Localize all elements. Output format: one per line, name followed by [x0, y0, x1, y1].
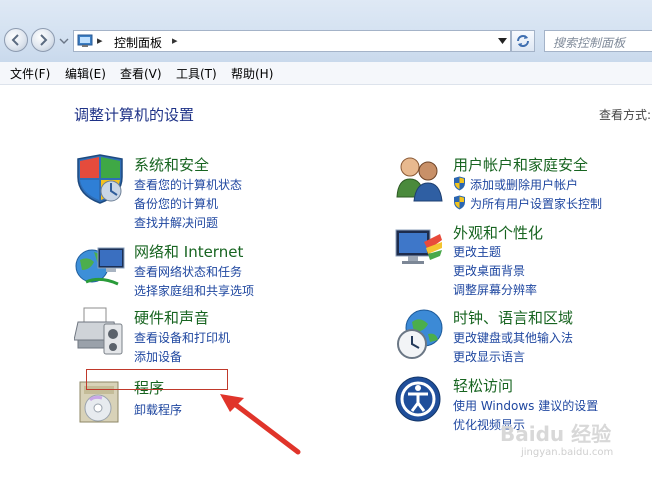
menu-help[interactable]: 帮助(H): [231, 65, 273, 82]
ease-of-access-icon: [395, 376, 441, 422]
watermark-brand: Baidu 经验: [500, 422, 612, 446]
menu-tools[interactable]: 工具(T): [176, 65, 217, 82]
user-accounts-icon: [396, 157, 443, 202]
category-network-internet[interactable]: 网络和 Internet: [134, 241, 243, 262]
link-windows-recommended-settings[interactable]: 使用 Windows 建议的设置: [453, 397, 598, 414]
refresh-button[interactable]: [511, 30, 535, 52]
breadcrumb-control-panel[interactable]: 控制面板: [114, 34, 162, 51]
link-troubleshoot[interactable]: 查找并解决问题: [134, 214, 218, 231]
address-dropdown-icon[interactable]: [498, 38, 507, 44]
link-backup-computer[interactable]: 备份您的计算机: [134, 195, 218, 212]
search-placeholder: 搜索控制面板: [553, 36, 626, 50]
view-by-label[interactable]: 查看方式:: [599, 106, 651, 123]
printer-speaker-icon: [74, 307, 123, 355]
category-user-accounts[interactable]: 用户帐户和家庭安全: [453, 154, 588, 175]
category-clock-language-region[interactable]: 时钟、语言和区域: [453, 307, 573, 328]
search-input[interactable]: 搜索控制面板: [544, 30, 652, 52]
control-panel-icon: [77, 34, 93, 47]
category-hardware-sound[interactable]: 硬件和声音: [134, 307, 209, 328]
link-change-keyboard-input[interactable]: 更改键盘或其他输入法: [453, 329, 573, 346]
uac-shield-icon: [454, 176, 465, 191]
page-title: 调整计算机的设置: [74, 106, 195, 124]
menu-edit[interactable]: 编辑(E): [65, 65, 106, 82]
link-uninstall-program[interactable]: 卸载程序: [134, 401, 182, 418]
appearance-monitor-icon: [395, 229, 442, 264]
category-system-security[interactable]: 系统和安全: [134, 154, 209, 175]
clock-globe-icon: [397, 309, 443, 359]
breadcrumb-arrow-icon[interactable]: ▸: [97, 34, 103, 47]
title-bar: ▸ 控制面板 ▸ 搜索控制面板: [0, 0, 652, 62]
category-appearance[interactable]: 外观和个性化: [453, 222, 543, 243]
back-arrow-icon: [11, 34, 19, 46]
menu-view[interactable]: 查看(V): [120, 65, 162, 82]
link-add-device[interactable]: 添加设备: [134, 348, 182, 365]
link-devices-printers[interactable]: 查看设备和打印机: [134, 329, 230, 346]
link-change-theme[interactable]: 更改主题: [453, 243, 501, 260]
breadcrumb-arrow-icon[interactable]: ▸: [172, 34, 178, 47]
refresh-icon: [517, 35, 529, 47]
uac-shield-icon: [454, 195, 465, 210]
link-view-computer-status[interactable]: 查看您的计算机状态: [134, 176, 242, 193]
link-screen-resolution[interactable]: 调整屏幕分辨率: [453, 281, 537, 298]
link-parental-controls[interactable]: 为所有用户设置家长控制: [470, 195, 602, 212]
back-button[interactable]: [4, 28, 28, 52]
link-change-display-language[interactable]: 更改显示语言: [453, 348, 525, 365]
menu-bar: 文件(F) 编辑(E) 查看(V) 工具(T) 帮助(H): [0, 62, 652, 85]
red-annotation-arrow-icon: [220, 394, 301, 455]
forward-arrow-icon: [40, 34, 48, 46]
forward-button[interactable]: [31, 28, 55, 52]
link-add-remove-users[interactable]: 添加或删除用户帐户: [470, 176, 578, 193]
link-network-status[interactable]: 查看网络状态和任务: [134, 263, 242, 280]
link-desktop-background[interactable]: 更改桌面背景: [453, 262, 525, 279]
network-globe-icon: [75, 247, 125, 286]
category-ease-of-access[interactable]: 轻松访问: [453, 375, 513, 396]
security-shield-icon: [77, 154, 123, 204]
watermark-url: jingyan.baidu.com: [521, 447, 614, 458]
highlight-box: [86, 369, 228, 390]
history-dropdown-icon[interactable]: [59, 37, 69, 45]
menu-file[interactable]: 文件(F): [10, 65, 50, 82]
link-homegroup-sharing[interactable]: 选择家庭组和共享选项: [134, 282, 254, 299]
address-bar[interactable]: ▸ 控制面板 ▸: [73, 30, 511, 52]
